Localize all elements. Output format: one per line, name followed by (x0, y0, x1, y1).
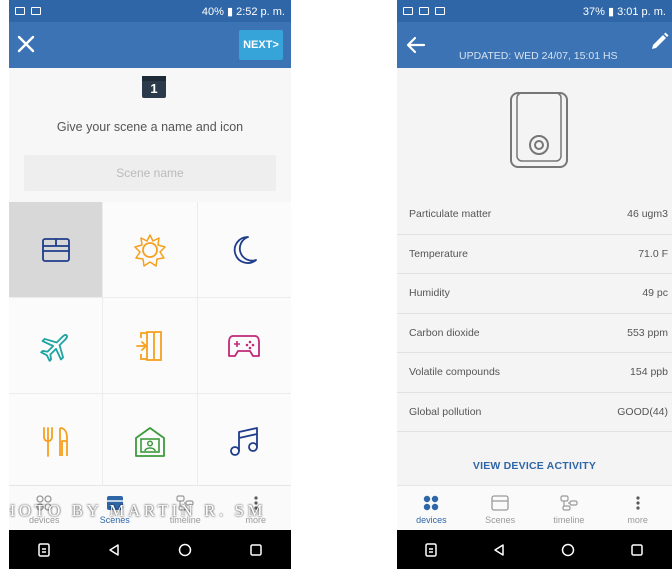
scene-icon-option[interactable] (103, 202, 197, 297)
cutlery-icon (42, 426, 68, 457)
reading-label: Carbon dioxide (409, 326, 480, 339)
reading-value: 553 ppm (627, 326, 668, 339)
music-icon (230, 426, 259, 456)
home-icon[interactable] (561, 543, 575, 557)
edit-icon[interactable] (648, 31, 670, 53)
system-navigation-bar (397, 530, 672, 569)
reading-row[interactable]: Temperature 71.0 F (397, 234, 672, 274)
recents-icon[interactable] (630, 543, 644, 557)
reading-row[interactable]: Carbon dioxide 553 ppm (397, 313, 672, 353)
right-phone-screen: 37% ▮ 3:01 p. m. UPDATED: WED 24/07, 15:… (397, 0, 672, 569)
scene-icon-option[interactable] (103, 298, 197, 393)
nav-scenes-label: Scenes (485, 514, 516, 525)
device-detail: Particulate matter 46 ugm3 Temperature 7… (397, 68, 672, 485)
image-notification-icon (403, 7, 413, 15)
view-device-activity-link[interactable]: VIEW DEVICE ACTIVITY (397, 460, 672, 472)
gamepad-icon (228, 334, 261, 357)
reading-label: Particulate matter (409, 208, 492, 221)
status-time-battery: 40% ▮ 2:52 p. m. (201, 5, 285, 18)
screen-notification-icon (419, 7, 429, 15)
reading-row[interactable]: Global pollution GOOD(44) (397, 392, 672, 432)
nav-scenes[interactable]: Scenes (466, 486, 535, 533)
air-monitor-device-icon (510, 92, 568, 168)
reading-row[interactable]: Particulate matter 46 ugm3 (397, 195, 672, 235)
window-icon (41, 237, 70, 262)
screenshot-icon[interactable] (424, 542, 437, 557)
nav-devices-label: devices (416, 514, 447, 525)
reading-label: Volatile compounds (409, 366, 501, 379)
app-bar: UPDATED: WED 24/07, 15:01 HS (397, 22, 672, 68)
status-bar: 40% ▮ 2:52 p. m. (9, 0, 291, 22)
updated-timestamp: UPDATED: WED 24/07, 15:01 HS (459, 50, 618, 62)
reading-value: 49 pc (642, 287, 668, 300)
next-button[interactable]: NEXT> (239, 30, 283, 60)
scene-prompt: Give your scene a name and icon (56, 120, 244, 134)
screen-notification-icon (31, 7, 41, 15)
recents-icon[interactable] (249, 543, 263, 557)
door-icon (136, 330, 162, 361)
status-bar: 37% ▮ 3:01 p. m. (397, 0, 672, 22)
timeline-icon (560, 494, 578, 511)
reading-row[interactable]: Humidity 49 pc (397, 274, 672, 314)
scene-icon-option[interactable] (9, 202, 103, 297)
back-icon[interactable] (492, 543, 506, 557)
nav-more[interactable]: more (603, 486, 672, 533)
home-icon[interactable] (178, 543, 192, 557)
sun-icon (134, 233, 166, 267)
nav-more-label: more (627, 514, 648, 525)
airplane-icon (39, 333, 68, 362)
moon-icon (234, 235, 258, 264)
scene-icon-option[interactable] (197, 202, 291, 297)
system-navigation-bar (9, 530, 291, 569)
more-icon (636, 495, 640, 510)
reading-value: 71.0 F (638, 247, 668, 260)
close-icon[interactable] (15, 33, 37, 55)
scene-editor: 1 Give your scene a name and icon (9, 68, 291, 489)
reading-label: Global pollution (409, 405, 482, 418)
scene-icon-option[interactable] (103, 394, 197, 489)
reading-row[interactable]: Volatile compounds 154 ppb (397, 353, 672, 393)
scene-icon-option[interactable] (9, 298, 103, 393)
reading-label: Temperature (409, 247, 468, 260)
status-time-battery: 37% ▮ 3:01 p. m. (582, 5, 666, 18)
readings-list: Particulate matter 46 ugm3 Temperature 7… (397, 195, 672, 432)
reading-value: 46 ugm3 (627, 208, 668, 221)
nav-devices[interactable]: devices (397, 486, 466, 533)
step-number-badge: 1 (142, 76, 166, 98)
nav-timeline[interactable]: timeline (535, 486, 604, 533)
devices-icon (424, 495, 439, 510)
bottom-navigation: devices Scenes timeline more (397, 485, 672, 533)
screen-notification-icon (435, 7, 445, 15)
scene-icon-option[interactable] (197, 394, 291, 489)
back-icon[interactable] (107, 543, 121, 557)
scene-name-input[interactable] (24, 155, 276, 191)
image-notification-icon (15, 7, 25, 15)
scene-icon-option[interactable] (197, 298, 291, 393)
screenshot-icon[interactable] (37, 542, 50, 557)
photo-credit-watermark: HOTO BY MARTIN R. SM (9, 501, 267, 520)
scene-icon-option[interactable] (9, 394, 103, 489)
app-bar: NEXT> (9, 22, 291, 68)
house-person-icon (135, 426, 165, 457)
nav-timeline-label: timeline (553, 514, 585, 525)
scene-icon-grid (9, 202, 291, 489)
scenes-icon (491, 494, 509, 511)
reading-value: 154 ppb (630, 366, 668, 379)
left-phone-screen: 40% ▮ 2:52 p. m. NEXT> 1 Give your scene… (9, 0, 291, 569)
reading-value: GOOD(44) (617, 405, 668, 418)
back-arrow-icon[interactable] (405, 34, 427, 56)
reading-label: Humidity (409, 287, 450, 300)
